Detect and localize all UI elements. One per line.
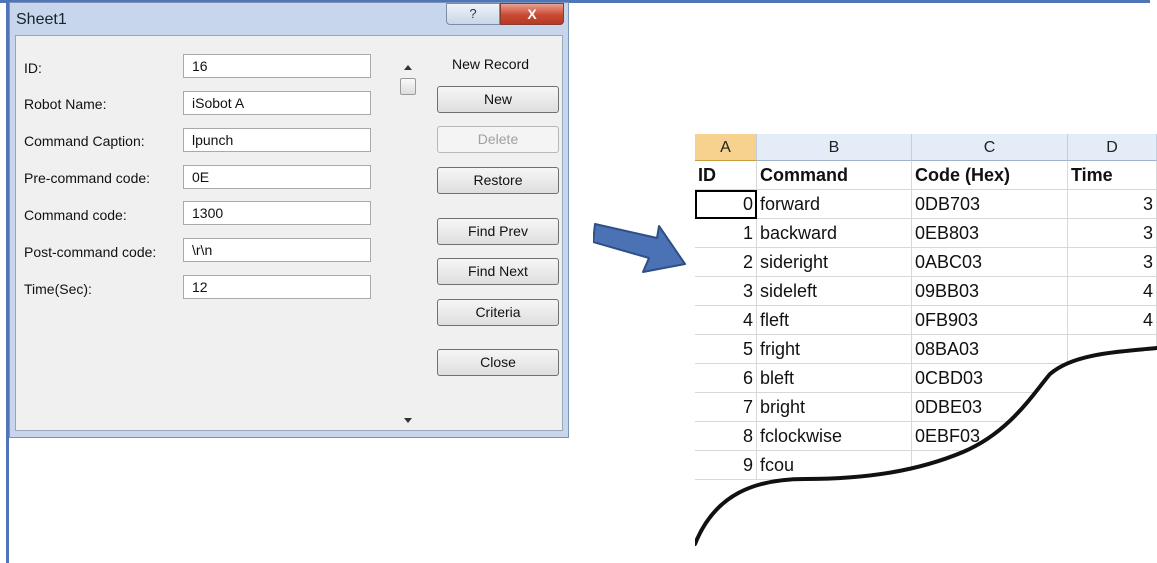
help-button[interactable]: ? — [446, 3, 500, 25]
close-icon: X — [527, 6, 537, 22]
restore-button[interactable]: Restore — [437, 167, 559, 194]
field-label-post-command-code: Post-command code: — [24, 244, 157, 260]
help-icon: ? — [469, 6, 477, 21]
field-label-command-code: Command code: — [24, 207, 127, 223]
time-field[interactable]: 12 — [183, 275, 371, 299]
criteria-button[interactable]: Criteria — [437, 299, 559, 326]
field-label-pre-command-code: Pre-command code: — [24, 170, 151, 186]
scroll-down-icon[interactable] — [404, 418, 412, 423]
id-field[interactable]: 16 — [183, 54, 371, 78]
record-scrollbar[interactable] — [399, 56, 417, 430]
title-bar[interactable]: Sheet1 ? X — [10, 3, 568, 35]
post-command-code-field[interactable]: \r\n — [183, 238, 371, 262]
scroll-up-icon[interactable] — [404, 65, 412, 70]
record-status: New Record — [452, 56, 530, 72]
find-prev-button[interactable]: Find Prev — [437, 218, 559, 245]
dialog-title: Sheet1 — [16, 11, 67, 28]
new-button[interactable]: New — [437, 86, 559, 113]
find-next-button[interactable]: Find Next — [437, 258, 559, 285]
field-label-time: Time(Sec): — [24, 281, 92, 297]
pre-command-code-field[interactable]: 0E — [183, 165, 371, 189]
close-button[interactable]: Close — [437, 349, 559, 376]
delete-button[interactable]: Delete — [437, 126, 559, 153]
scroll-thumb[interactable] — [400, 78, 416, 95]
field-label-robot-name: Robot Name: — [24, 96, 107, 112]
field-label-id: ID: — [24, 60, 42, 76]
data-form-dialog: Sheet1 ? X ID: 16 Robot Name: iSobot A C… — [9, 2, 569, 438]
command-caption-field[interactable]: lpunch — [183, 128, 371, 152]
spreadsheet: A B C D ID Command Code (Hex) Time 0 forward 0… — [695, 134, 1157, 563]
robot-name-field[interactable]: iSobot A — [183, 91, 371, 115]
arrow-right-icon — [593, 223, 686, 273]
torn-edge — [695, 346, 1157, 563]
dialog-body: ID: 16 Robot Name: iSobot A Command Capt… — [15, 35, 563, 431]
field-label-command-caption: Command Caption: — [24, 133, 145, 149]
command-code-field[interactable]: 1300 — [183, 201, 371, 225]
close-window-button[interactable]: X — [500, 3, 564, 25]
